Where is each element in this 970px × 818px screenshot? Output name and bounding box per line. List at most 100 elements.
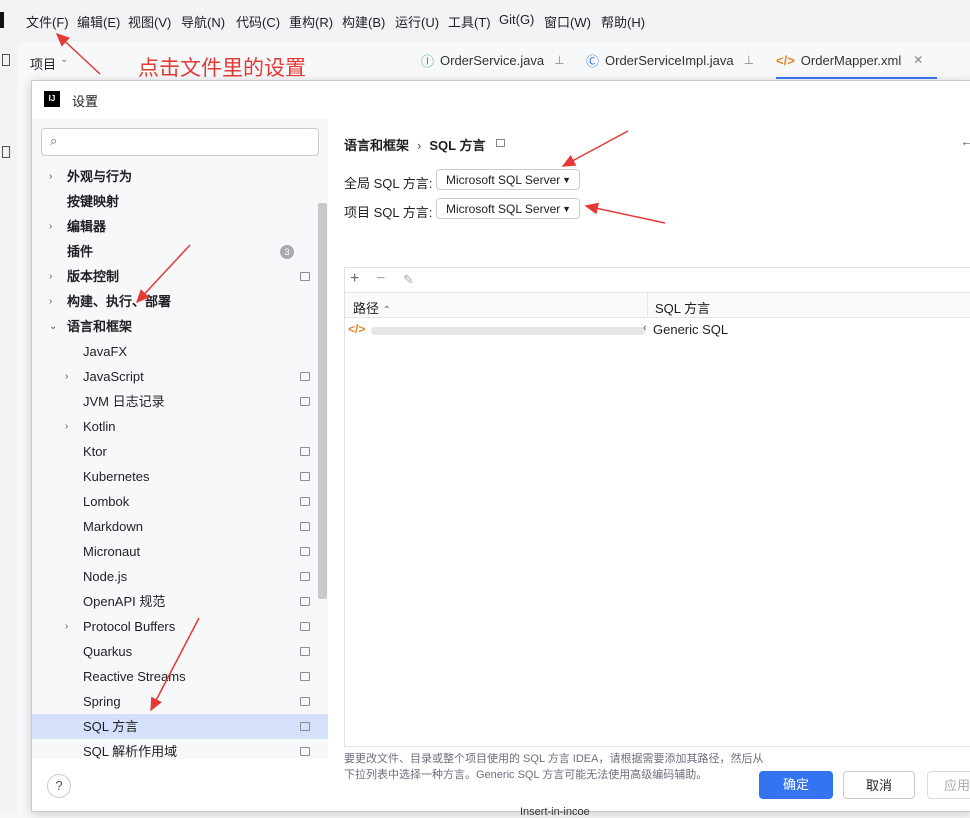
project-level-icon — [300, 447, 310, 456]
settings-tree-item[interactable]: Kubernetes — [32, 464, 328, 489]
apply-button[interactable]: 应用 — [927, 771, 970, 799]
project-level-icon — [300, 722, 310, 731]
menu-edit[interactable]: 编辑(E) — [77, 12, 120, 31]
menu-navigate[interactable]: 导航(N) — [181, 12, 225, 31]
chevron-right-icon[interactable]: › — [65, 364, 68, 389]
back-arrow-icon[interactable]: ← — [960, 133, 970, 149]
ok-button[interactable]: 确定 — [759, 771, 833, 799]
settings-tree-item[interactable]: Quarkus — [32, 639, 328, 664]
scrollbar[interactable] — [318, 203, 327, 599]
help-button[interactable]: ? — [47, 774, 71, 798]
intellij-logo-icon: IJ — [44, 91, 60, 107]
column-header-path[interactable]: 路径 ⌃ — [353, 298, 391, 317]
breadcrumb-parent[interactable]: 语言和框架 — [344, 138, 409, 153]
dropdown-arrow-icon: ▼ — [562, 175, 571, 185]
settings-tree-item[interactable]: › 版本控制 — [32, 264, 328, 289]
menu-help[interactable]: 帮助(H) — [601, 12, 645, 31]
project-view-title[interactable]: 项目 — [30, 54, 56, 73]
chevron-right-icon[interactable]: › — [65, 414, 68, 439]
java-class-icon: Ⓘ — [421, 53, 435, 69]
tree-item-label: 语言和框架 — [67, 319, 133, 334]
menu-git[interactable]: Git(G) — [499, 12, 534, 27]
settings-tree-item[interactable]: › 外观与行为 — [32, 164, 328, 189]
tree-item-label: Ktor — [83, 444, 107, 459]
annotation-text: 点击文件里的设置 — [138, 57, 306, 80]
menu-tools[interactable]: 工具(T) — [448, 12, 491, 31]
chevron-down-icon[interactable]: ⌄ — [60, 54, 68, 65]
chevron-right-icon[interactable]: › — [49, 289, 52, 314]
menu-build[interactable]: 构建(B) — [342, 12, 385, 31]
project-level-icon — [300, 597, 310, 606]
settings-tree-item[interactable]: Reactive Streams — [32, 664, 328, 689]
sort-ascending-icon: ⌃ — [382, 305, 392, 316]
chevron-right-icon[interactable]: › — [49, 264, 52, 289]
edit-icon[interactable]: ✎ — [403, 272, 414, 288]
project-level-icon — [300, 547, 310, 556]
chevron-right-icon[interactable]: › — [49, 214, 52, 239]
path-tail: ‹ — [643, 322, 647, 334]
project-level-icon — [300, 397, 310, 406]
settings-tree-item[interactable]: OpenAPI 规范 — [32, 589, 328, 614]
tree-item-label: SQL 方言 — [83, 719, 139, 734]
pin-icon[interactable]: ⊥ — [554, 53, 564, 67]
settings-tree-item[interactable]: › Kotlin — [32, 414, 328, 439]
settings-search-input[interactable]: ⌕ — [41, 128, 319, 156]
add-icon[interactable]: + — [350, 270, 359, 288]
tab-label: OrderService.java — [440, 52, 545, 68]
settings-tree-item[interactable]: ⌄ 语言和框架 — [32, 314, 328, 339]
project-level-icon — [300, 622, 310, 631]
settings-tree-item[interactable]: 插件 3 — [32, 239, 328, 264]
column-header-dialect[interactable]: SQL 方言 — [655, 298, 710, 317]
global-dialect-select[interactable]: Microsoft SQL Server ▼ — [436, 169, 580, 190]
settings-tree-item[interactable]: Micronaut — [32, 539, 328, 564]
settings-tree-item[interactable]: Spring — [32, 689, 328, 714]
project-level-icon — [300, 272, 310, 281]
remove-icon[interactable]: − — [376, 270, 385, 288]
settings-tree-item[interactable]: SQL 方言 — [32, 714, 328, 739]
settings-nav: ⌕ › 外观与行为 按键映射 › 编辑器 插件 3 › 版本控制 › 构建、执行、部署 ⌄ 语言和框架 J… — [32, 119, 328, 759]
tree-item-label: 编辑器 — [67, 219, 107, 234]
table-row[interactable]: </> ‹ Generic SQL — [345, 318, 970, 342]
column-divider[interactable] — [647, 293, 648, 317]
chevron-down-icon[interactable]: ⌄ — [49, 314, 57, 339]
menu-view[interactable]: 视图(V) — [128, 12, 171, 31]
settings-tree-item[interactable]: JavaFX — [32, 339, 328, 364]
tree-item-label: 构建、执行、部署 — [67, 294, 172, 309]
settings-tree-item[interactable]: › Protocol Buffers — [32, 614, 328, 639]
settings-tree-item[interactable]: › 构建、执行、部署 — [32, 289, 328, 314]
menu-refactor[interactable]: 重构(R) — [289, 12, 333, 31]
close-icon[interactable]: ✕ — [913, 53, 923, 67]
menu-run[interactable]: 运行(U) — [395, 12, 439, 31]
blurred-path — [371, 327, 645, 335]
settings-tree-item[interactable]: Lombok — [32, 489, 328, 514]
app-logo-icon — [0, 12, 4, 28]
cancel-button[interactable]: 取消 — [843, 771, 915, 799]
tree-item-label: OpenAPI 规范 — [83, 594, 166, 609]
settings-tree-item[interactable]: Markdown — [32, 514, 328, 539]
tree-item-label: Markdown — [83, 519, 143, 534]
settings-tree-item[interactable]: 按键映射 — [32, 189, 328, 214]
settings-content: 语言和框架 › SQL 方言 ← 全局 SQL 方言: Microsoft SQL … — [328, 119, 970, 781]
settings-tree-item[interactable]: JVM 日志记录 — [32, 389, 328, 414]
menu-file[interactable]: 文件(F) — [26, 12, 69, 31]
project-tool-icon[interactable] — [2, 54, 10, 66]
tab-orderservice[interactable]: Ⓘ OrderService.java ⊥ — [421, 43, 565, 77]
tab-orderserviceimpl[interactable]: Ⓒ OrderServiceImpl.java ⊥ — [586, 43, 754, 77]
project-scope-icon — [496, 139, 505, 147]
structure-tool-icon[interactable] — [2, 146, 10, 158]
menu-code[interactable]: 代码(C) — [236, 12, 280, 31]
count-badge: 3 — [280, 245, 294, 259]
project-dialect-select[interactable]: Microsoft SQL Server ▼ — [436, 198, 580, 219]
chevron-right-icon[interactable]: › — [49, 164, 52, 189]
settings-tree-item[interactable]: Node.js — [32, 564, 328, 589]
chevron-right-icon[interactable]: › — [65, 614, 68, 639]
settings-tree-item[interactable]: Ktor — [32, 439, 328, 464]
tab-ordermapper[interactable]: </> OrderMapper.xml ✕ — [776, 43, 938, 79]
breadcrumb-separator: › — [417, 138, 422, 153]
settings-tree-item[interactable]: › JavaScript — [32, 364, 328, 389]
breadcrumb-current: SQL 方言 — [429, 138, 486, 153]
settings-tree-item[interactable]: › 编辑器 — [32, 214, 328, 239]
menu-window[interactable]: 窗口(W) — [544, 12, 591, 31]
row-dialect-value[interactable]: Generic SQL — [653, 322, 728, 337]
pin-icon[interactable]: ⊥ — [744, 53, 754, 67]
